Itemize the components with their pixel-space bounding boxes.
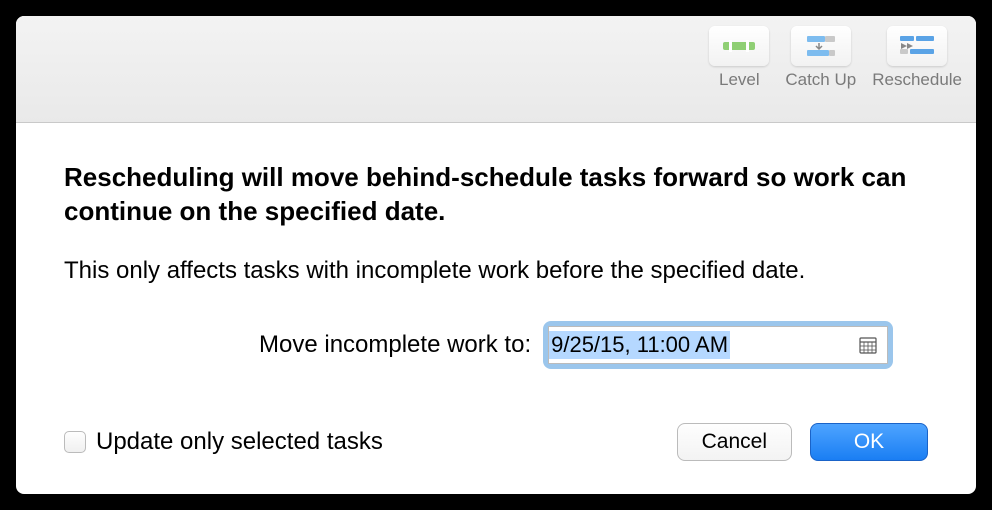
checkbox-box <box>64 431 86 453</box>
date-field-label: Move incomplete work to: <box>259 331 531 359</box>
catchup-label: Catch Up <box>785 70 856 90</box>
reschedule-dialog: Level Catch Up <box>16 16 976 494</box>
cancel-button[interactable]: Cancel <box>677 423 792 461</box>
level-label: Level <box>719 70 760 90</box>
reschedule-label: Reschedule <box>872 70 962 90</box>
dialog-heading: Rescheduling will move behind-schedule t… <box>64 161 928 229</box>
ok-button[interactable]: OK <box>810 423 928 461</box>
dialog-content: Rescheduling will move behind-schedule t… <box>16 123 976 489</box>
date-focus-ring: 9/25/15, 11:00 AM <box>543 321 893 369</box>
level-button[interactable]: Level <box>709 26 769 116</box>
calendar-icon[interactable] <box>857 334 879 356</box>
checkbox-label: Update only selected tasks <box>96 428 383 456</box>
dialog-subtext: This only affects tasks with incomplete … <box>64 257 928 285</box>
update-selected-checkbox[interactable]: Update only selected tasks <box>64 428 383 456</box>
catchup-button[interactable]: Catch Up <box>785 26 856 116</box>
reschedule-button[interactable]: Reschedule <box>872 26 962 116</box>
reschedule-icon <box>887 26 947 66</box>
toolbar: Level Catch Up <box>16 16 976 123</box>
date-value-text: 9/25/15, 11:00 AM <box>549 331 730 359</box>
level-icon <box>709 26 769 66</box>
date-input[interactable]: 9/25/15, 11:00 AM <box>548 326 888 364</box>
catchup-icon <box>791 26 851 66</box>
date-field-row: Move incomplete work to: 9/25/15, 11:00 … <box>64 321 928 369</box>
dialog-footer: Update only selected tasks Cancel OK <box>64 423 928 461</box>
